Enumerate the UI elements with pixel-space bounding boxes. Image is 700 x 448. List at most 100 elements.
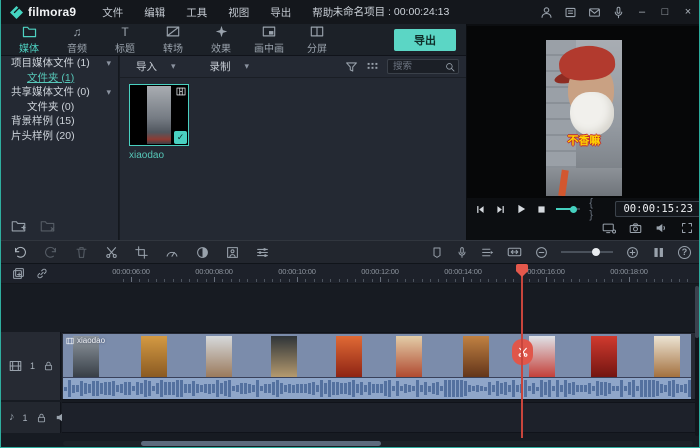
maximize-button[interactable]: □ xyxy=(659,6,671,18)
record-voiceover-icon[interactable] xyxy=(456,246,468,259)
voice-icon[interactable] xyxy=(612,6,625,19)
timeline-zoom-slider[interactable] xyxy=(561,251,613,253)
tab-media[interactable]: 媒体 xyxy=(7,24,51,56)
zoom-slider-knob[interactable] xyxy=(592,248,600,256)
import-dropdown[interactable]: 导入 ▾ xyxy=(136,59,176,74)
fullscreen-icon[interactable] xyxy=(681,222,693,234)
sidebar-item-shared-media[interactable]: 共享媒体文件 (0) ▾ xyxy=(1,85,118,100)
export-button[interactable]: 导出 xyxy=(394,29,456,51)
tab-audio[interactable]: ♫ 音频 xyxy=(55,24,99,56)
color-correction-icon[interactable] xyxy=(196,246,209,259)
menu-export[interactable]: 导出 xyxy=(270,5,291,20)
minimize-button[interactable]: – xyxy=(636,6,648,18)
zoom-in-icon[interactable] xyxy=(626,246,639,259)
audio-track-row: ♪ 1 xyxy=(1,402,700,433)
video-track-icon xyxy=(9,360,22,372)
account-icon[interactable] xyxy=(540,6,553,19)
split-scissors-icon[interactable] xyxy=(105,246,118,259)
chevron-down-icon: ▾ xyxy=(245,61,250,72)
help-icon[interactable]: ? xyxy=(678,246,691,259)
preview-screen[interactable]: 不香嘛 xyxy=(467,26,700,198)
sidebar-item-folder-1[interactable]: 文件夹 (1) xyxy=(1,71,118,86)
preview-footer-tools xyxy=(602,222,693,234)
delete-folder-icon[interactable] xyxy=(40,219,55,232)
clip-thumbnail xyxy=(206,336,232,377)
ruler-label: 00:00:08:00 xyxy=(195,267,232,276)
marker-icon[interactable] xyxy=(431,246,443,259)
chroma-key-icon[interactable] xyxy=(226,246,239,259)
preview-timecode[interactable]: 00:00:15:23 xyxy=(615,201,700,217)
manage-tracks-icon[interactable] xyxy=(12,267,25,280)
filmora-window: filmora9 文件 编辑 工具 视图 导出 帮助 未命名项目 : 00:00… xyxy=(0,0,700,448)
sidebar-item-background-samples[interactable]: 背景样例 (15) xyxy=(1,114,118,129)
lock-icon[interactable] xyxy=(43,360,54,372)
delete-icon[interactable] xyxy=(75,246,88,259)
audio-track-header: ♪ 1 xyxy=(1,402,61,433)
adjust-sliders-icon[interactable] xyxy=(256,246,269,259)
close-button[interactable]: × xyxy=(682,6,694,18)
redo-icon[interactable] xyxy=(44,246,58,259)
timeline-ruler[interactable]: 00:00:06:0000:00:08:0000:00:10:0000:00:1… xyxy=(61,264,699,284)
vertical-scrollbar-thumb[interactable] xyxy=(695,286,699,338)
media-clip-card[interactable]: ✓ xyxy=(129,84,189,146)
app-logo-text: filmora9 xyxy=(28,5,76,19)
chevron-down-icon[interactable]: ▾ xyxy=(106,56,111,71)
video-track-number: 1 xyxy=(30,361,35,371)
mark-in-out-icon[interactable]: { } xyxy=(589,197,604,221)
tab-pip[interactable]: 画中画 xyxy=(247,24,291,56)
video-track-lane[interactable]: xiaodao xyxy=(62,332,700,400)
play-button[interactable] xyxy=(515,203,527,215)
zoom-out-icon[interactable] xyxy=(535,246,548,259)
ruler-label: 00:00:06:00 xyxy=(112,267,149,276)
ruler-label: 00:00:14:00 xyxy=(444,267,481,276)
sidebar-item-folder-0[interactable]: 文件夹 (0) xyxy=(1,100,118,115)
tab-transitions[interactable]: 转场 xyxy=(151,24,195,56)
ruler-label: 00:00:16:00 xyxy=(527,267,564,276)
mail-icon[interactable] xyxy=(588,6,601,19)
audio-track-icon: ♪ xyxy=(9,412,15,423)
playhead-line[interactable] xyxy=(521,264,523,438)
horizontal-scrollbar-thumb[interactable] xyxy=(141,441,381,446)
audio-track-lane[interactable] xyxy=(62,402,700,433)
dual-pane-icon[interactable] xyxy=(652,246,665,259)
tab-splitscreen[interactable]: 分屏 xyxy=(295,24,339,56)
next-frame-button[interactable] xyxy=(495,204,506,215)
snapshot-camera-icon[interactable] xyxy=(629,222,642,234)
search-box xyxy=(387,59,459,74)
menu-view[interactable]: 视图 xyxy=(228,5,249,20)
stop-button[interactable] xyxy=(536,204,547,215)
chevron-down-icon[interactable]: ▾ xyxy=(106,85,111,100)
media-clip-name[interactable]: xiaodao xyxy=(129,150,164,161)
previous-frame-button[interactable] xyxy=(475,204,486,215)
add-folder-icon[interactable] xyxy=(11,219,26,232)
audio-mixer-icon[interactable] xyxy=(481,246,494,259)
search-input[interactable] xyxy=(393,61,445,72)
timeline-video-clip[interactable]: xiaodao xyxy=(63,334,691,399)
media-panel-header: 导入 ▾ 录制 ▾ xyxy=(120,56,466,78)
menu-edit[interactable]: 编辑 xyxy=(144,5,165,20)
sidebar-item-project-media[interactable]: 项目媒体文件 (1) ▾ xyxy=(1,56,118,71)
undo-icon[interactable] xyxy=(13,246,27,259)
speaker-icon[interactable] xyxy=(655,222,668,234)
link-clips-icon[interactable] xyxy=(36,267,48,280)
news-icon[interactable] xyxy=(564,6,577,19)
filter-icon[interactable] xyxy=(345,61,358,73)
display-settings-icon[interactable] xyxy=(602,222,616,234)
video-type-icon xyxy=(176,87,186,96)
sidebar-item-intro-samples[interactable]: 片头样例 (20) xyxy=(1,129,118,144)
speed-icon[interactable] xyxy=(165,246,179,259)
clip-thumbnail xyxy=(141,336,167,377)
lock-icon[interactable] xyxy=(36,412,47,424)
tab-titles[interactable]: T 标题 xyxy=(103,24,147,56)
playback-controls: { } 00:00:15:23 xyxy=(467,198,700,220)
tab-effects[interactable]: 效果 xyxy=(199,24,243,56)
preview-progress-slider[interactable] xyxy=(556,208,580,210)
toolbar-right-group: ? xyxy=(431,246,691,259)
zoom-to-fit-icon[interactable] xyxy=(507,246,522,258)
menu-file[interactable]: 文件 xyxy=(102,5,123,20)
asset-tabbar: 媒体 ♫ 音频 T 标题 转场 效果 画中画 分屏 导出 xyxy=(1,24,466,56)
record-dropdown[interactable]: 录制 ▾ xyxy=(210,59,250,74)
menu-tools[interactable]: 工具 xyxy=(186,5,207,20)
grid-view-icon[interactable] xyxy=(366,61,379,73)
crop-icon[interactable] xyxy=(135,246,148,259)
